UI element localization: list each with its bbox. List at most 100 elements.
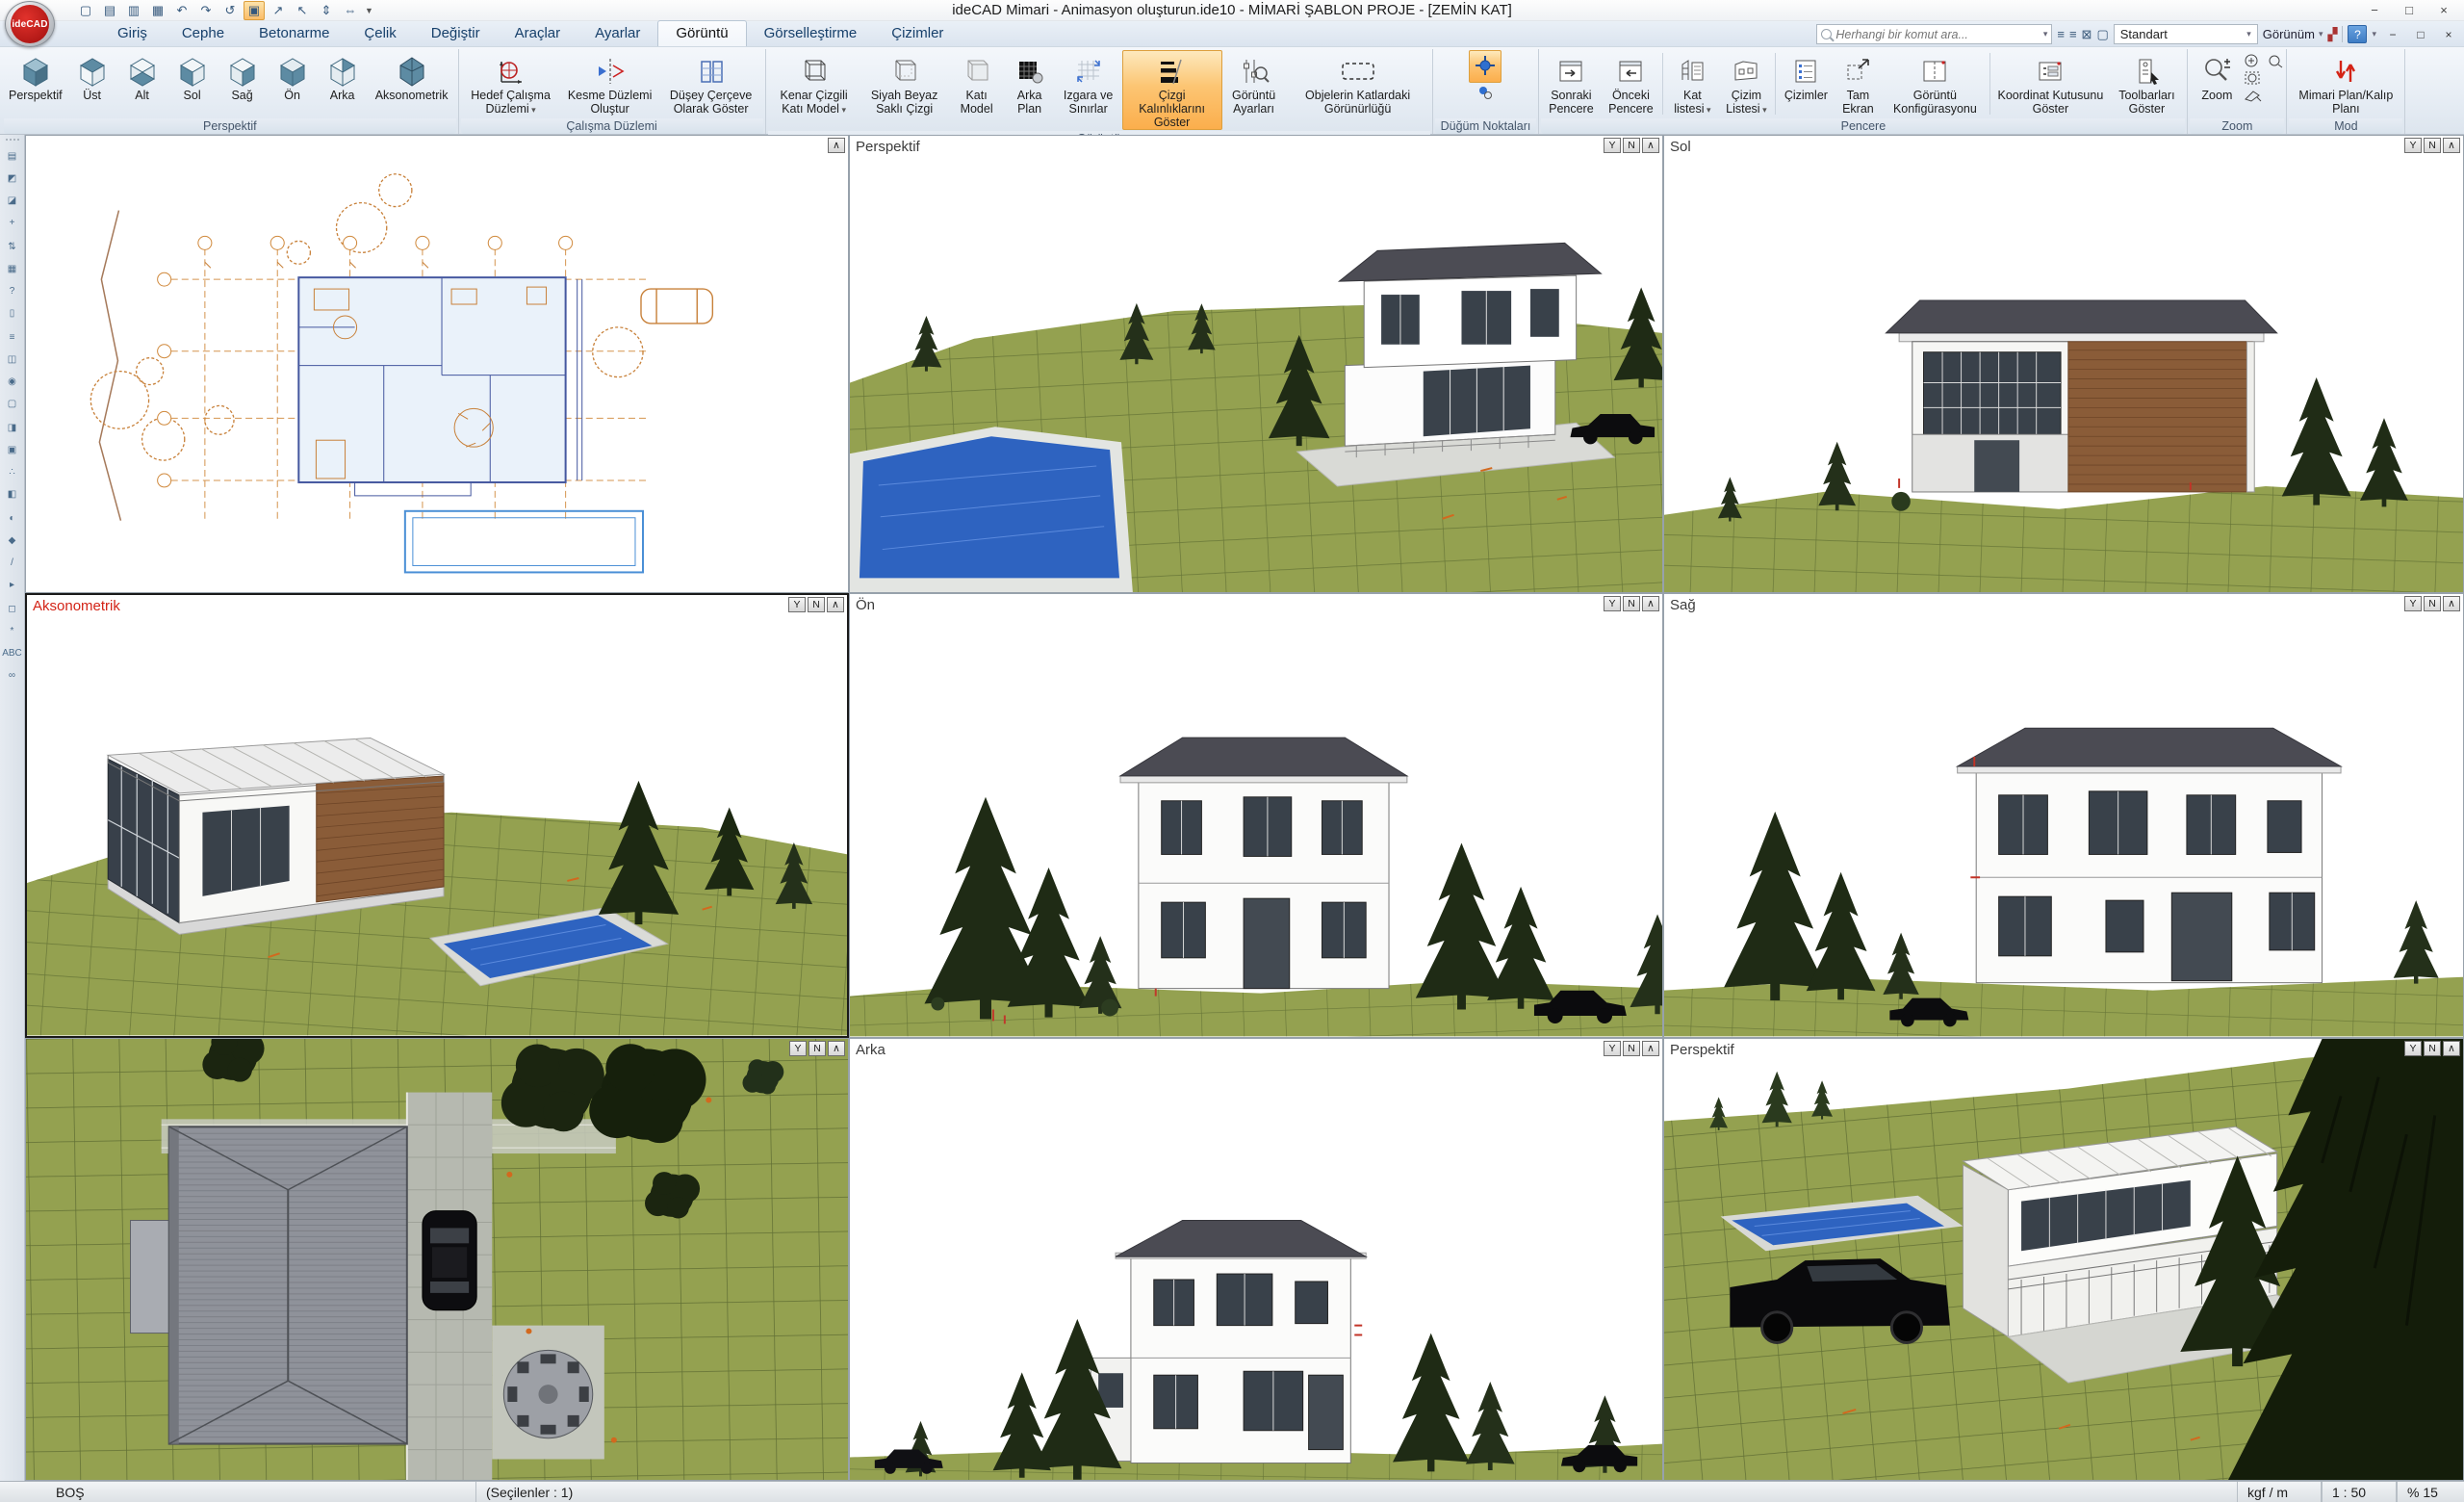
- node-small-icon[interactable]: [1476, 83, 1495, 102]
- siyah-beyaz-sakli-cizgi-button[interactable]: Siyah Beyaz Saklı Çizgi: [860, 50, 949, 130]
- kesme-duzlemi-olustur-button[interactable]: Kesme Düzlemi Oluştur: [561, 50, 659, 117]
- mdi-restore-button[interactable]: □: [2409, 25, 2432, 43]
- viewport-y-button[interactable]: Y: [788, 597, 806, 612]
- zoom-previous-icon[interactable]: [2267, 53, 2284, 68]
- viewport-y-button[interactable]: Y: [1604, 138, 1621, 153]
- viewport-y-button[interactable]: Y: [1604, 596, 1621, 611]
- new-file-icon[interactable]: ▢: [75, 1, 96, 20]
- zoom-button[interactable]: Zoom: [2190, 50, 2244, 117]
- node-pointer-icon[interactable]: ↖: [292, 1, 313, 20]
- viewport-n-button[interactable]: N: [808, 1041, 826, 1056]
- help-button[interactable]: ?: [2348, 25, 2367, 43]
- viewport-n-button[interactable]: N: [808, 597, 825, 612]
- tab-araclar[interactable]: Araçlar: [498, 21, 578, 46]
- tab-goruntu[interactable]: Görüntü: [657, 20, 746, 46]
- toolbarlari-goster-button[interactable]: Toolbarları Göster: [2108, 50, 2185, 117]
- view-ust-button[interactable]: Üst: [67, 50, 117, 117]
- snap-pointer-icon[interactable]: ↗: [268, 1, 289, 20]
- open-folder-icon[interactable]: ▤: [99, 1, 120, 20]
- tool-select-copy-icon[interactable]: ◩: [2, 168, 23, 190]
- viewport-n-button[interactable]: N: [1623, 1041, 1640, 1056]
- layer-list-icon[interactable]: ≡: [2057, 27, 2065, 41]
- tool-hatch-pick-icon[interactable]: ▦: [2, 258, 23, 280]
- tool-frame-icon[interactable]: ◻: [2, 598, 23, 620]
- tool-mirror-icon[interactable]: ◨: [2, 417, 23, 439]
- monitor-icon[interactable]: ▢: [2096, 27, 2108, 42]
- viewport-collapse-button[interactable]: ∧: [2443, 138, 2460, 153]
- tab-cephe[interactable]: Cephe: [165, 21, 242, 46]
- tool-swap-levels-icon[interactable]: ⇅: [2, 236, 23, 258]
- maximize-button[interactable]: □: [2393, 0, 2426, 19]
- search-input[interactable]: [1835, 28, 2039, 41]
- tool-report-icon[interactable]: ▯: [2, 302, 23, 324]
- cizim-listesi-button[interactable]: Çizim Listesi: [1719, 50, 1773, 117]
- undo-history-icon[interactable]: ↺: [219, 1, 241, 20]
- viewport-y-button[interactable]: Y: [2404, 1041, 2422, 1056]
- dimension-vertical-icon[interactable]: ⇕: [316, 1, 337, 20]
- mdi-minimize-button[interactable]: −: [2381, 25, 2404, 43]
- save-all-icon[interactable]: ▦: [147, 1, 168, 20]
- tool-move-node-icon[interactable]: +: [2, 212, 23, 234]
- viewport-y-button[interactable]: Y: [2404, 596, 2422, 611]
- search-dropdown-icon[interactable]: ▾: [2043, 29, 2048, 39]
- viewport-arka[interactable]: Arka Y N ∧: [849, 1038, 1663, 1481]
- kenar-cizgili-kati-model-button[interactable]: Kenar Çizgili Katı Model: [768, 50, 860, 130]
- tab-ayarlar[interactable]: Ayarlar: [578, 21, 657, 46]
- tool-solid-icon[interactable]: ◆: [2, 530, 23, 552]
- save-icon[interactable]: ▥: [123, 1, 144, 20]
- viewport-aksonometrik[interactable]: Aksonometrik Y N ∧: [25, 593, 849, 1037]
- kat-listesi-button[interactable]: Kat listesi: [1665, 50, 1719, 117]
- tool-half-view-icon[interactable]: ◐: [2, 507, 23, 530]
- zoom-window-icon[interactable]: [2244, 70, 2284, 86]
- viewport-n-button[interactable]: N: [1623, 138, 1640, 153]
- dimension-horizontal-icon[interactable]: ⇔: [340, 1, 361, 20]
- view-sag-button[interactable]: Sağ: [218, 50, 268, 117]
- tam-ekran-button[interactable]: Tam Ekran: [1834, 50, 1882, 117]
- viewport-sag[interactable]: Sağ Y N ∧: [1663, 593, 2464, 1037]
- view-perspektif-button[interactable]: Perspektif: [4, 50, 67, 117]
- viewport-n-button[interactable]: N: [2424, 596, 2441, 611]
- tool-camera-icon[interactable]: ◉: [2, 371, 23, 393]
- viewport-collapse-button[interactable]: ∧: [1642, 1041, 1659, 1056]
- help-dropdown-icon[interactable]: ▾: [2372, 29, 2376, 39]
- viewport-perspektif-bottom[interactable]: Perspektif Y N ∧: [1663, 1038, 2464, 1481]
- tab-celik[interactable]: Çelik: [346, 21, 413, 46]
- tool-duplicate-icon[interactable]: ◫: [2, 349, 23, 371]
- mimari-plan-kalip-plani-button[interactable]: Mimari Plan/Kalıp Planı: [2289, 50, 2402, 117]
- close-view-icon[interactable]: ⊠: [2082, 27, 2092, 42]
- viewport-collapse-button[interactable]: ∧: [1642, 596, 1659, 611]
- viewport-n-button[interactable]: N: [1623, 596, 1640, 611]
- cizgi-kalinliklarini-goster-button[interactable]: Çizgi Kalınlıklarını Göster: [1122, 50, 1222, 130]
- viewport-collapse-button[interactable]: ∧: [828, 1041, 845, 1056]
- view-on-button[interactable]: Ön: [268, 50, 318, 117]
- arka-plan-button[interactable]: Arka Plan: [1005, 50, 1055, 130]
- view-aksonometrik-button[interactable]: Aksonometrik: [368, 50, 456, 117]
- viewport-ust[interactable]: Y N ∧: [25, 1038, 849, 1481]
- onceki-pencere-button[interactable]: Önceki Pencere: [1601, 50, 1660, 117]
- toolbar-grip[interactable]: [6, 139, 19, 141]
- tab-degistir[interactable]: Değiştir: [414, 21, 498, 46]
- tool-find-icon[interactable]: ∞: [2, 664, 23, 686]
- tool-properties-icon[interactable]: ▤: [2, 145, 23, 168]
- tool-node-points-icon[interactable]: ∴: [2, 461, 23, 483]
- tool-window-tile-icon[interactable]: ▣: [2, 439, 23, 461]
- view-menu[interactable]: Görünüm ▾: [2263, 27, 2323, 41]
- viewport-collapse-button[interactable]: ∧: [1642, 138, 1659, 153]
- viewport-collapse-button[interactable]: ∧: [828, 138, 845, 153]
- sonraki-pencere-button[interactable]: Sonraki Pencere: [1541, 50, 1601, 117]
- viewport-y-button[interactable]: Y: [1604, 1041, 1621, 1056]
- tool-colorize-icon[interactable]: *: [2, 620, 23, 642]
- layer-stack-icon[interactable]: ≡: [2069, 27, 2077, 41]
- cizimler-button[interactable]: Çizimler: [1778, 50, 1834, 117]
- viewport-y-button[interactable]: Y: [789, 1041, 807, 1056]
- viewport-n-button[interactable]: N: [2424, 138, 2441, 153]
- tab-gorsellestirme[interactable]: Görselleştirme: [747, 21, 875, 46]
- kati-model-button[interactable]: Katı Model: [949, 50, 1005, 130]
- selection-mode-icon[interactable]: ▣: [244, 1, 265, 20]
- viewport-n-button[interactable]: N: [2424, 1041, 2441, 1056]
- undo-icon[interactable]: ↶: [171, 1, 192, 20]
- style-select[interactable]: Standart ▾: [2114, 24, 2258, 44]
- viewport-collapse-button[interactable]: ∧: [2443, 596, 2460, 611]
- qat-more-icon[interactable]: ▼: [365, 6, 373, 15]
- wizard-icon[interactable]: ▞: [2327, 27, 2337, 42]
